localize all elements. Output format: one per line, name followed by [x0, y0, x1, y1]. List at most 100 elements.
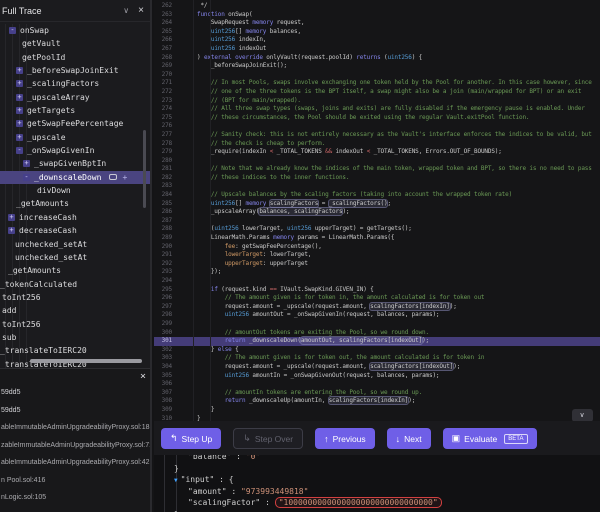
line-number[interactable]: 291 [154, 251, 172, 260]
trace-item[interactable]: -onSwap [0, 24, 152, 37]
line-number[interactable]: 294 [154, 277, 172, 286]
stack-frame[interactable]: nLogic.sol:105 [0, 489, 152, 507]
line-number[interactable]: 293 [154, 268, 172, 277]
step-over-button[interactable]: ↳Step Over [233, 428, 303, 449]
trace-item[interactable]: _translateToIERC20 [0, 344, 152, 357]
trace-item[interactable]: _getAmounts [0, 197, 152, 210]
trace-item[interactable]: +_upscaleArray [0, 91, 152, 104]
trace-vertical-scrollbar[interactable] [143, 130, 146, 208]
line-number[interactable]: 304 [154, 363, 172, 372]
trace-item[interactable]: +increaseCash [0, 211, 152, 224]
line-number[interactable]: 295 [154, 286, 172, 295]
line-number[interactable]: 264 [154, 19, 172, 28]
stack-frame[interactable]: n Pool.sol:416 [0, 472, 152, 490]
trace-item[interactable]: _tokenCalculated [0, 278, 152, 291]
trace-item[interactable]: _getAmounts [0, 264, 152, 277]
collapse-minus-icon[interactable]: - [23, 174, 30, 181]
collapse-minus-icon[interactable]: - [16, 147, 23, 154]
expand-plus-icon[interactable]: + [16, 120, 23, 127]
expand-plus-icon[interactable]: + [16, 67, 23, 74]
line-number[interactable]: 278 [154, 140, 172, 149]
trace-item[interactable]: unchecked_setAt [0, 238, 152, 251]
line-number[interactable]: 307 [154, 389, 172, 398]
line-number[interactable]: 287 [154, 217, 172, 226]
line-number[interactable]: 292 [154, 260, 172, 269]
line-number[interactable]: 303 [154, 354, 172, 363]
line-number[interactable]: 277 [154, 131, 172, 140]
stack-frame[interactable]: ableImmutableAdminUpgradeabilityProxy.so… [0, 454, 152, 472]
trace-item[interactable]: -_onSwapGivenIn [0, 144, 152, 157]
trace-item[interactable]: +_swapGivenBptIn [0, 157, 152, 170]
evaluate-button[interactable]: ▣EvaluateBETA [443, 428, 537, 449]
line-number[interactable]: 297 [154, 303, 172, 312]
line-number[interactable]: 280 [154, 157, 172, 166]
line-number[interactable]: 308 [154, 397, 172, 406]
line-number[interactable]: 290 [154, 243, 172, 252]
trace-item[interactable]: +getSwapFeePercentage [0, 117, 152, 130]
trace-item[interactable]: unchecked_setAt [0, 251, 152, 264]
chevron-down-icon[interactable]: ∨ [123, 6, 129, 15]
comment-bubble-icon[interactable] [109, 174, 117, 180]
line-number[interactable]: 285 [154, 200, 172, 209]
line-number[interactable]: 272 [154, 88, 172, 97]
expander-triangle-icon[interactable]: ▼ [174, 477, 178, 484]
previous-button[interactable]: ↑Previous [315, 428, 375, 449]
expand-plus-icon[interactable]: + [16, 107, 23, 114]
line-number[interactable]: 266 [154, 36, 172, 45]
trace-item[interactable]: getPoolId [0, 51, 152, 64]
trace-item[interactable]: +_upscale [0, 131, 152, 144]
trace-item[interactable]: +decreaseCash [0, 224, 152, 237]
expand-plus-icon[interactable]: + [8, 214, 15, 221]
line-number[interactable]: 279 [154, 148, 172, 157]
trace-item[interactable]: +_scalingFactors [0, 77, 152, 90]
trace-item[interactable]: +_beforeSwapJoinExit [0, 64, 152, 77]
add-comment-icon[interactable]: + [122, 173, 127, 182]
line-number[interactable]: 263 [154, 11, 172, 20]
trace-item[interactable]: toInt256 [0, 291, 152, 304]
stack-frame[interactable]: 59dd5 [0, 402, 152, 420]
line-number[interactable]: 267 [154, 45, 172, 54]
next-button[interactable]: ↓Next [387, 428, 431, 449]
expand-plus-icon[interactable]: + [23, 160, 30, 167]
line-number[interactable]: 286 [154, 208, 172, 217]
line-number[interactable]: 275 [154, 114, 172, 123]
line-number[interactable]: 301 [154, 337, 172, 346]
line-number[interactable]: 282 [154, 174, 172, 183]
line-number[interactable]: 274 [154, 105, 172, 114]
line-number[interactable]: 276 [154, 122, 172, 131]
stack-frame[interactable]: ableImmutableAdminUpgradeabilityProxy.so… [0, 419, 152, 437]
expand-plus-icon[interactable]: + [16, 80, 23, 87]
stack-frame[interactable]: 59dd5 [0, 384, 152, 402]
line-number[interactable]: 299 [154, 320, 172, 329]
close-icon[interactable]: × [138, 5, 144, 16]
collapse-minus-icon[interactable]: - [9, 27, 16, 34]
line-number[interactable]: 288 [154, 225, 172, 234]
trace-item[interactable]: sub [0, 331, 152, 344]
trace-item[interactable]: toInt256 [0, 318, 152, 331]
line-number[interactable]: 284 [154, 191, 172, 200]
trace-horizontal-scrollbar[interactable] [30, 359, 142, 363]
trace-item[interactable]: -_downscaleDown+ [0, 171, 152, 184]
expand-plus-icon[interactable]: + [16, 94, 23, 101]
line-number[interactable]: 306 [154, 380, 172, 389]
line-number[interactable]: 305 [154, 372, 172, 381]
stack-frame[interactable]: zableImmutableAdminUpgradeabilityProxy.s… [0, 437, 152, 455]
trace-item[interactable]: divDown [0, 184, 152, 197]
line-number[interactable]: 309 [154, 406, 172, 415]
line-number[interactable]: 296 [154, 294, 172, 303]
trace-item[interactable]: getVault [0, 37, 152, 50]
line-number[interactable]: 281 [154, 165, 172, 174]
line-number[interactable]: 289 [154, 234, 172, 243]
line-number[interactable]: 298 [154, 311, 172, 320]
line-number[interactable]: 270 [154, 71, 172, 80]
line-number[interactable]: 271 [154, 79, 172, 88]
line-number[interactable]: 268 [154, 54, 172, 63]
callstack-close-icon[interactable]: × [140, 371, 146, 382]
line-number[interactable]: 283 [154, 182, 172, 191]
trace-item[interactable]: add [0, 304, 152, 317]
line-number[interactable]: 302 [154, 346, 172, 355]
step-up-button[interactable]: ↰Step Up [161, 428, 221, 449]
expand-plus-icon[interactable]: + [8, 227, 15, 234]
line-number[interactable]: 273 [154, 97, 172, 106]
trace-item[interactable]: +getTargets [0, 104, 152, 117]
